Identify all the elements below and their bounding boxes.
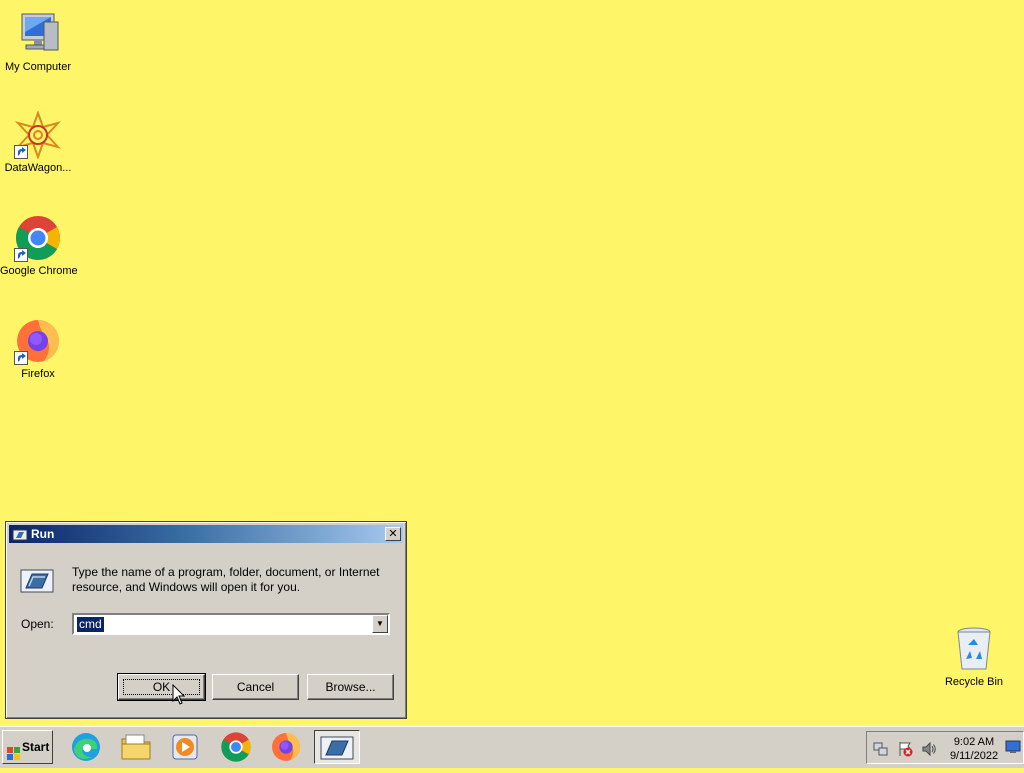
taskbar-firefox[interactable] <box>266 730 306 764</box>
shortcut-arrow-icon <box>14 145 28 159</box>
desktop-icon-label: Google Chrome <box>0 265 78 277</box>
file-explorer-icon <box>121 734 151 760</box>
show-desktop-icon[interactable] <box>1005 740 1021 756</box>
start-button[interactable]: Start <box>2 730 53 764</box>
desktop-icon-google-chrome[interactable]: Google Chrome <box>0 214 78 277</box>
shortcut-arrow-icon <box>14 351 28 365</box>
firefox-icon <box>272 733 300 761</box>
taskbar-media-player[interactable] <box>165 730 205 764</box>
clock[interactable]: 9:02 AM 9/11/2022 <box>941 735 1007 763</box>
firefox-icon <box>14 317 62 365</box>
mouse-cursor-icon <box>172 683 186 706</box>
edge-icon <box>72 733 100 761</box>
desktop-icon-datawagon[interactable]: DataWagon... <box>0 110 76 174</box>
close-icon: ✕ <box>388 528 398 540</box>
taskbar-file-explorer[interactable] <box>116 730 156 764</box>
start-label: Start <box>22 740 50 754</box>
datawagon-icon <box>14 110 62 160</box>
taskbar-chrome[interactable] <box>216 730 256 764</box>
desktop-icon-label: My Computer <box>4 61 72 73</box>
focus-rect <box>123 679 200 695</box>
clock-time: 9:02 AM <box>953 736 995 748</box>
cancel-button[interactable]: Cancel <box>212 674 299 700</box>
open-combobox[interactable]: cmd ▼ <box>72 613 390 635</box>
run-dialog: Run ✕ Type the name of a program, folder… <box>5 521 407 719</box>
chrome-icon <box>221 732 251 762</box>
run-icon <box>12 528 28 541</box>
run-icon <box>320 736 354 760</box>
network-icon[interactable] <box>873 741 889 757</box>
run-dialog-titlebar[interactable]: Run ✕ <box>9 525 403 543</box>
media-player-icon <box>172 734 198 760</box>
recycle-bin-icon <box>950 625 998 673</box>
open-label: Open: <box>21 617 54 631</box>
volume-icon[interactable] <box>921 741 937 757</box>
cancel-button-label: Cancel <box>236 680 275 694</box>
dropdown-button[interactable]: ▼ <box>372 615 388 633</box>
open-input-value[interactable]: cmd <box>77 617 104 632</box>
chevron-down-icon: ▼ <box>376 619 384 628</box>
run-dialog-title: Run <box>31 527 55 541</box>
browse-button[interactable]: Browse... <box>307 674 394 700</box>
desktop-icon-recycle-bin[interactable]: Recycle Bin <box>936 625 1012 688</box>
action-center-alert-icon[interactable] <box>897 741 913 757</box>
run-program-icon <box>20 568 54 594</box>
desktop-icon-label: DataWagon... <box>4 162 72 174</box>
shortcut-arrow-icon <box>14 248 28 262</box>
chrome-icon <box>14 214 62 262</box>
windows-logo-icon <box>7 741 21 760</box>
desktop-icon-label: Firefox <box>21 368 55 380</box>
ok-button[interactable]: OK <box>117 673 206 701</box>
close-button[interactable]: ✕ <box>385 527 401 541</box>
clock-date: 9/11/2022 <box>949 750 999 762</box>
desktop-icon-my-computer[interactable]: My Computer <box>0 10 76 73</box>
desktop-icon-label: Recycle Bin <box>944 676 1004 688</box>
browse-button-label: Browse... <box>325 680 376 694</box>
taskbar: Start 9:02 AM 9/11/2022 <box>0 726 1024 768</box>
taskbar-run-window[interactable] <box>314 730 360 764</box>
taskbar-edge[interactable] <box>66 730 106 764</box>
computer-icon <box>14 10 62 58</box>
desktop-icon-firefox[interactable]: Firefox <box>0 317 76 380</box>
system-tray: 9:02 AM 9/11/2022 <box>866 731 1024 764</box>
run-dialog-description: Type the name of a program, folder, docu… <box>72 565 380 594</box>
